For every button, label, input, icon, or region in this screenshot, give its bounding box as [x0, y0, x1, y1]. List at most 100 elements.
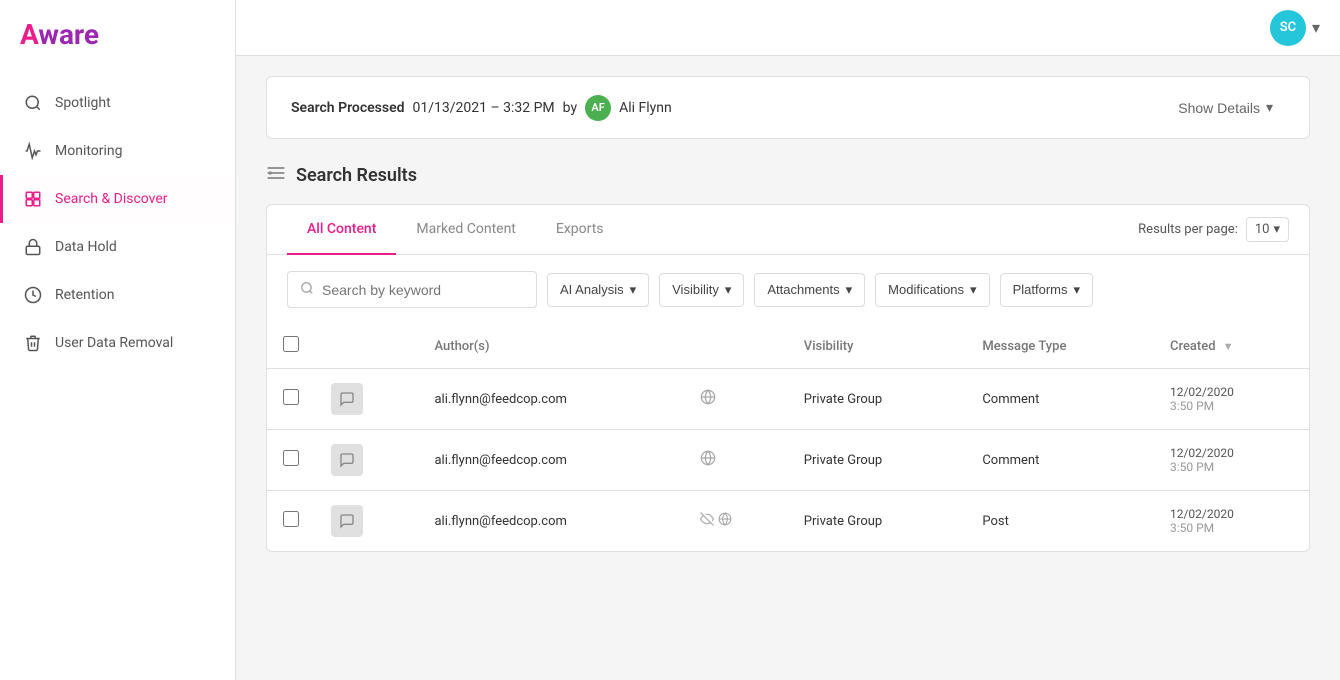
select-all-header [267, 324, 315, 369]
row-icon-cell [315, 369, 418, 430]
sidebar: Aware Spotlight Monitoring Search & Disc… [0, 0, 236, 680]
row-vis-icon-cell [684, 430, 787, 491]
banner-label: Search Processed [291, 100, 405, 116]
row-visibility-cell: Private Group [788, 491, 967, 552]
per-page-value: 10 [1255, 222, 1270, 237]
platforms-filter[interactable]: Platforms ▾ [1000, 273, 1093, 307]
banner-datetime: 01/13/2021 – 3:32 PM [413, 100, 555, 116]
modifications-label: Modifications [888, 282, 964, 297]
sidebar-item-label: Search & Discover [55, 191, 168, 207]
row-checkbox[interactable] [283, 450, 299, 466]
show-details-label: Show Details [1178, 100, 1260, 116]
tab-all-content[interactable]: All Content [287, 205, 396, 255]
topbar: SC ▾ [236, 0, 1340, 56]
modifications-filter[interactable]: Modifications ▾ [875, 273, 989, 307]
row-type-icon [331, 383, 363, 415]
search-input[interactable] [322, 282, 524, 298]
tabs: All Content Marked Content Exports [287, 205, 624, 254]
visibility-filter[interactable]: Visibility ▾ [659, 273, 744, 307]
results-table-wrap: Author(s) Visibility Message Type Create… [267, 324, 1309, 551]
attachments-chevron-icon: ▾ [846, 282, 853, 298]
tab-exports[interactable]: Exports [536, 205, 624, 255]
sidebar-nav: Spotlight Monitoring Search & Discover D… [0, 79, 235, 367]
logo-ware: ware [38, 18, 99, 51]
topbar-chevron-icon[interactable]: ▾ [1312, 18, 1320, 37]
row-author-cell: ali.flynn@feedcop.com [418, 491, 684, 552]
table-header-row: Author(s) Visibility Message Type Create… [267, 324, 1309, 369]
sidebar-item-label: User Data Removal [55, 335, 173, 351]
message-type-col-header: Message Type [966, 324, 1154, 369]
select-all-checkbox[interactable] [283, 336, 299, 352]
banner-user-avatar: AF [585, 95, 611, 121]
app-logo: Aware [0, 0, 235, 69]
hidden-icon [700, 512, 714, 530]
row-select-cell [267, 369, 315, 430]
sidebar-item-spotlight[interactable]: Spotlight [0, 79, 235, 127]
row-icon-cell [315, 491, 418, 552]
section-header: Search Results [266, 163, 1310, 188]
banner-user-name: Ali Flynn [619, 100, 672, 116]
row-visibility-cell: Private Group [788, 369, 967, 430]
platforms-label: Platforms [1013, 282, 1068, 297]
sidebar-item-label: Spotlight [55, 95, 111, 111]
sidebar-item-search-discover[interactable]: Search & Discover [0, 175, 235, 223]
platforms-chevron-icon: ▾ [1073, 282, 1080, 298]
table-row: ali.flynn@feedcop.com Private Group Comm… [267, 369, 1309, 430]
sidebar-item-data-hold[interactable]: Data Hold [0, 223, 235, 271]
page-content: Search Processed 01/13/2021 – 3:32 PM by… [236, 56, 1340, 680]
results-per-page-label: Results per page: [1138, 222, 1238, 237]
sidebar-item-user-data-removal[interactable]: User Data Removal [0, 319, 235, 367]
row-message-type-cell: Post [966, 491, 1154, 552]
row-date: 12/02/2020 3:50 PM [1170, 446, 1293, 474]
row-type-icon [331, 505, 363, 537]
results-card: All Content Marked Content Exports Resul… [266, 204, 1310, 552]
row-message-type-cell: Comment [966, 369, 1154, 430]
visibility-label: Visibility [672, 282, 719, 297]
row-checkbox[interactable] [283, 511, 299, 527]
row-created-cell: 12/02/2020 3:50 PM [1154, 491, 1309, 552]
results-per-page: Results per page: 10 ▾ [1138, 217, 1289, 242]
modifications-chevron-icon: ▾ [970, 282, 977, 298]
search-banner: Search Processed 01/13/2021 – 3:32 PM by… [266, 76, 1310, 139]
ai-analysis-label: AI Analysis [560, 282, 624, 297]
attachments-filter[interactable]: Attachments ▾ [754, 273, 865, 307]
user-data-removal-icon [23, 333, 43, 353]
row-icon-cell [315, 430, 418, 491]
created-col-header[interactable]: Created ▼ [1154, 324, 1309, 369]
sidebar-item-label: Monitoring [55, 143, 123, 159]
sidebar-item-label: Data Hold [55, 239, 117, 255]
attachments-label: Attachments [767, 282, 839, 297]
row-author-cell: ali.flynn@feedcop.com [418, 369, 684, 430]
sidebar-item-monitoring[interactable]: Monitoring [0, 127, 235, 175]
row-checkbox[interactable] [283, 389, 299, 405]
row-message-type-cell: Comment [966, 430, 1154, 491]
show-details-chevron-icon: ▾ [1266, 99, 1273, 116]
spotlight-icon [23, 93, 43, 113]
private-group-icon [700, 394, 716, 409]
row-created-cell: 12/02/2020 3:50 PM [1154, 430, 1309, 491]
row-vis-icon-cell [684, 369, 787, 430]
banner-left: Search Processed 01/13/2021 – 3:32 PM by… [291, 95, 672, 121]
banner-by: by [563, 100, 577, 116]
per-page-chevron-icon: ▾ [1273, 222, 1280, 237]
logo-a: A [20, 18, 38, 51]
data-hold-icon [23, 237, 43, 257]
show-details-button[interactable]: Show Details ▾ [1166, 93, 1285, 122]
results-table: Author(s) Visibility Message Type Create… [267, 324, 1309, 551]
search-results-icon [266, 163, 286, 188]
row-select-cell [267, 491, 315, 552]
avatar: SC [1270, 10, 1306, 46]
row-select-cell [267, 430, 315, 491]
row-visibility-cell: Private Group [788, 430, 967, 491]
tab-marked-content[interactable]: Marked Content [396, 205, 535, 255]
search-icon [300, 280, 314, 299]
created-sort-icon: ▼ [1223, 340, 1234, 353]
tabs-row: All Content Marked Content Exports Resul… [267, 205, 1309, 255]
sidebar-item-retention[interactable]: Retention [0, 271, 235, 319]
author-col-header: Author(s) [418, 324, 684, 369]
ai-analysis-filter[interactable]: AI Analysis ▾ [547, 273, 649, 307]
per-page-select[interactable]: 10 ▾ [1246, 217, 1289, 242]
icon-col-header [315, 324, 418, 369]
visibility-chevron-icon: ▾ [725, 282, 732, 298]
private-group-icon [700, 455, 716, 470]
